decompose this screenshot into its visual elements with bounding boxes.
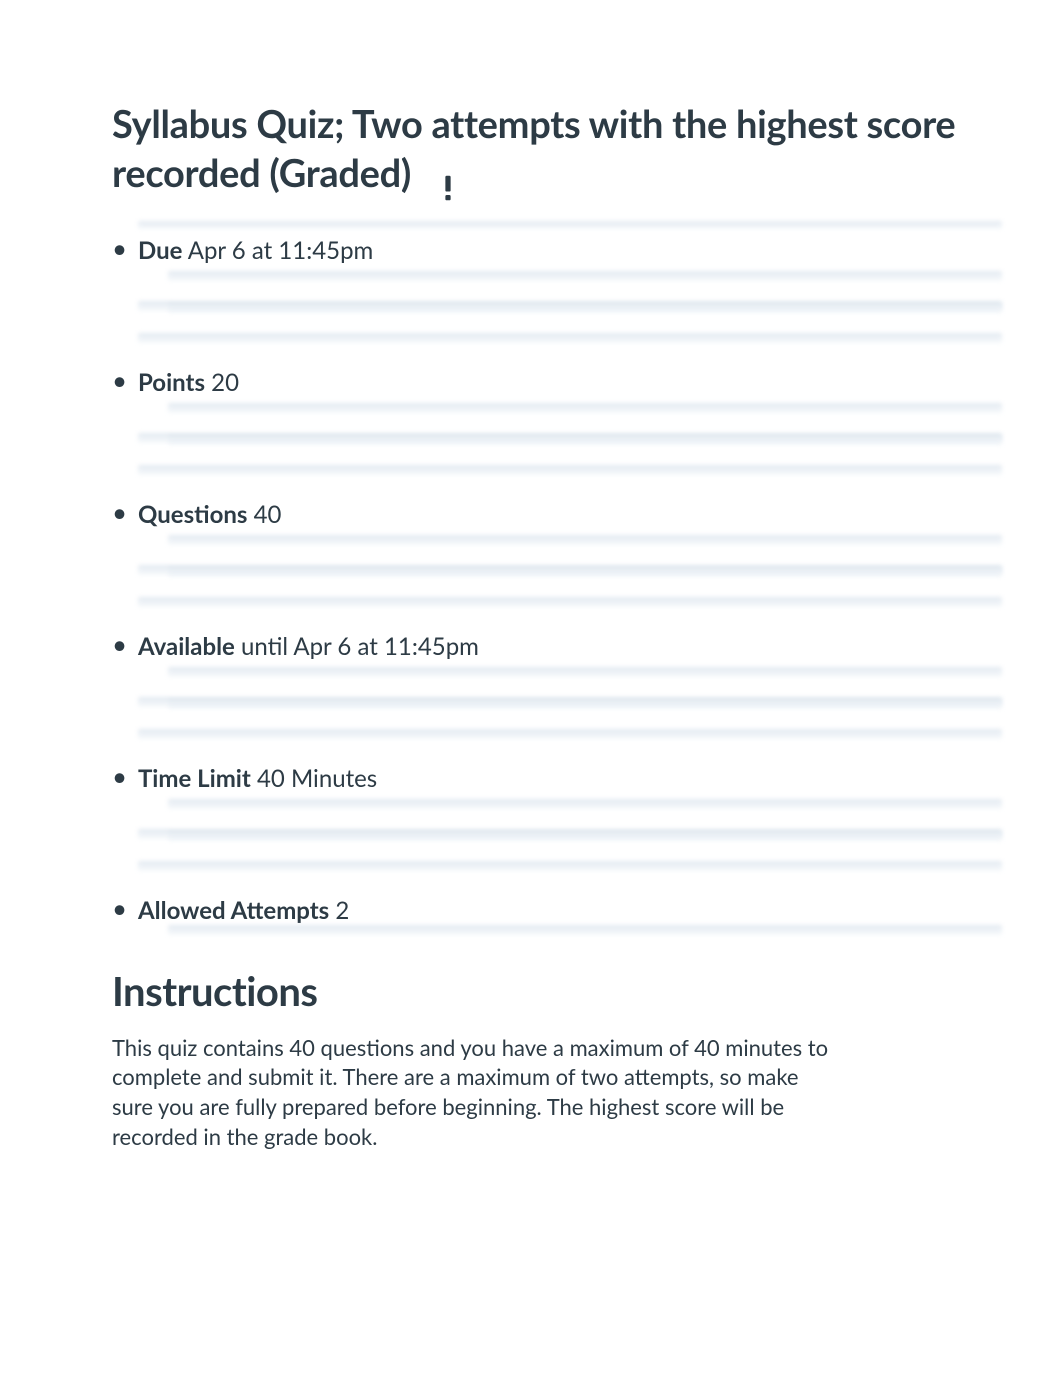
detail-label: Due xyxy=(138,236,182,265)
quiz-details-list: Due Apr 6 at 11:45pm Points 20 Questions… xyxy=(112,229,992,939)
alert-icon xyxy=(438,164,458,192)
detail-label: Time Limit xyxy=(138,764,251,793)
detail-label: Points xyxy=(138,368,205,397)
instructions-heading: Instructions xyxy=(112,967,992,1015)
detail-value: 2 xyxy=(329,896,349,925)
detail-label: Questions xyxy=(138,500,247,529)
detail-value: 40 xyxy=(247,500,281,529)
detail-due: Due Apr 6 at 11:45pm xyxy=(138,229,992,361)
quiz-title-row: Syllabus Quiz; Two attempts with the hig… xyxy=(112,100,992,199)
exclamation-icon xyxy=(438,174,458,202)
detail-value: 20 xyxy=(205,368,239,397)
detail-label: Available xyxy=(138,632,235,661)
detail-available: Available until Apr 6 at 11:45pm xyxy=(138,625,992,757)
detail-time-limit: Time Limit 40 Minutes xyxy=(138,757,992,889)
detail-allowed-attempts: Allowed Attempts 2 xyxy=(138,889,992,939)
instructions-body: This quiz contains 40 questions and you … xyxy=(112,1033,832,1152)
detail-value: until Apr 6 at 11:45pm xyxy=(235,632,479,661)
detail-points: Points 20 xyxy=(138,361,992,493)
detail-questions: Questions 40 xyxy=(138,493,992,625)
quiz-title: Syllabus Quiz; Two attempts with the hig… xyxy=(112,100,992,199)
detail-label: Allowed Attempts xyxy=(138,896,329,925)
detail-value: Apr 6 at 11:45pm xyxy=(182,236,373,265)
quiz-title-text: Syllabus Quiz; Two attempts with the hig… xyxy=(112,101,955,196)
detail-value: 40 Minutes xyxy=(251,764,377,793)
